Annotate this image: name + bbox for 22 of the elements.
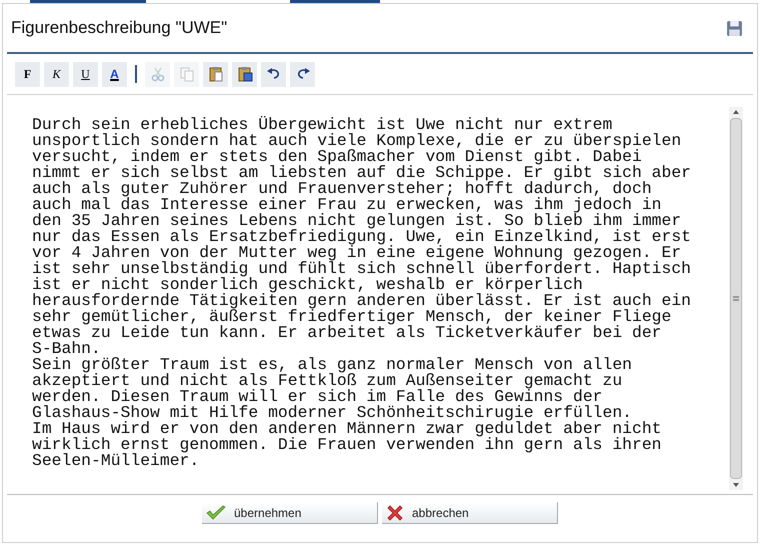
format-button[interactable]: F bbox=[15, 62, 40, 86]
format-button[interactable]: A bbox=[102, 62, 127, 86]
toolbar-button[interactable] bbox=[232, 62, 257, 86]
check-icon bbox=[206, 504, 226, 520]
toolbar-button[interactable] bbox=[203, 62, 228, 86]
cancel-button[interactable]: abbrechen bbox=[382, 502, 558, 524]
clipboard-icon bbox=[208, 66, 224, 82]
format-button[interactable]: K bbox=[44, 62, 69, 86]
format-button[interactable]: U bbox=[73, 62, 98, 86]
cross-icon bbox=[386, 504, 404, 522]
scrollbar[interactable] bbox=[729, 107, 743, 490]
confirm-button[interactable]: übernehmen bbox=[202, 502, 378, 524]
toolbar-button[interactable] bbox=[290, 62, 315, 86]
undo-icon bbox=[266, 66, 282, 82]
scissors-icon bbox=[150, 66, 166, 82]
dialog-title: Figurenbeschreibung "UWE" bbox=[11, 17, 228, 40]
scroll-thumb[interactable] bbox=[730, 118, 742, 479]
text-area[interactable]: Durch sein erhebliches Übergewicht ist Uwe nicht nur extrem unsportlich sondern hat auch viele Komplexe, die er zu überspielen versucht, indem er stets den Spaßmacher vom Dienst gibt. Dabei nimmt er sich selbst am liebsten auf die Schippe. Er gibt sich aber auch als guter Zuhörer und Frauenversteher; hofft dadurch, doch auch mal das Interesse einer Frau zu erwecken, was ihm jedoch in den 35 Jahren seines Lebens nicht gelungen ist. So blieb ihm immer nur das Essen als Ersatzbefriedigung. Uwe, ein Einzelkind, ist erst vor 4 Jahren von der Mutter weg in eine eigene Wohnung gezogen. Er ist sehr unselbständig und fühlt sich schnell überfordert. Haptisch ist er nicht sonderlich geschickt, weshalb er körperlich herausfordernde Tätigkeiten gern anderen überlässt. Er ist auch ein sehr gemütlicher, äußerst friedfertiger Mensch, der keiner Fliege etwas zu Leide tun kann. Er arbeitet als Ticketverkäufer bei der S-Bahn. Sein größter Traum ist es, als ganz normaler Mensch von allen akzeptiert und nicht als Fettkloß zum Außenseiter gemacht zu werden. Diesen Traum will er sich im Falle des Gewinns der Glashaus-Show mit Hilfe moderner Schönheitschirugie erfüllen. Im Haus wird er von den anderen Männern zwar geduldet aber nicht wirklich ernst genommen. Die Frauen verwenden ihn gern als ihren Seelen-Mülleimer. bbox=[7, 95, 729, 494]
clipboard-icon bbox=[236, 66, 252, 82]
copy-icon bbox=[178, 66, 194, 82]
toolbar-button[interactable] bbox=[261, 62, 286, 86]
save-icon[interactable] bbox=[726, 20, 743, 36]
